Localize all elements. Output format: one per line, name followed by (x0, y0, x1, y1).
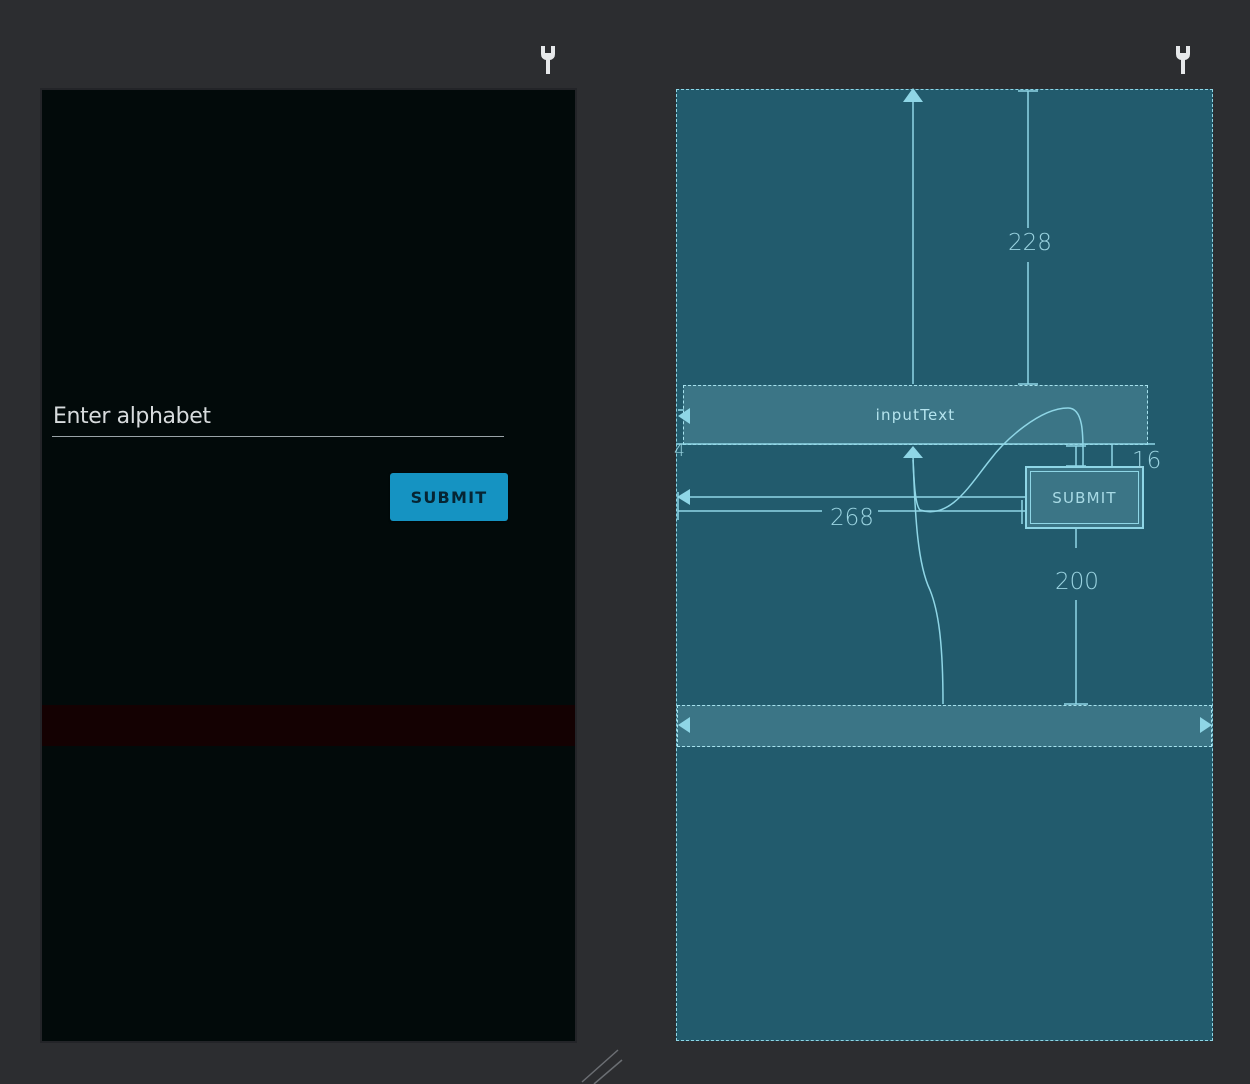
button-top-margin: 16 (1132, 448, 1162, 474)
input-left-margin: 4 (674, 441, 685, 461)
input-top-margin: 228 (1008, 230, 1052, 256)
resize-handle-icon[interactable] (580, 1048, 624, 1084)
button-bottom-margin: 200 (1055, 569, 1099, 595)
button-left-margin: 268 (830, 505, 874, 531)
constraint-overlay (676, 88, 1212, 733)
